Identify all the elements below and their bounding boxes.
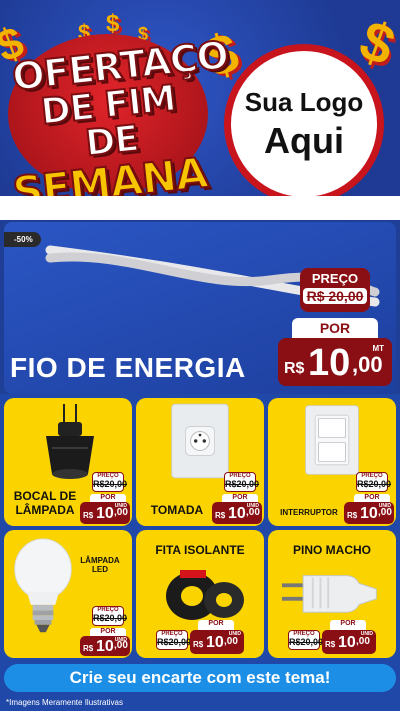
card-old-price: PREÇO R$20,00 [92, 472, 128, 492]
product-card[interactable]: PINO MACHO PREÇO R$20,00 POR R$ 10 ,00 U… [268, 530, 396, 658]
card-old-price: PREÇO R$20,00 [156, 630, 192, 650]
price-cents: ,00 [224, 636, 238, 647]
currency: R$ [215, 511, 226, 520]
card-name: BOCAL DE LÂMPADA [13, 489, 77, 517]
card-name: PINO MACHO [293, 543, 371, 557]
bulb-icon [14, 538, 72, 633]
price-cents: ,00 [356, 636, 370, 647]
disclaimer-text: *Imagens Meramente Ilustrativas [6, 698, 123, 707]
old-price-value: R$20,00 [225, 479, 260, 489]
product-card[interactable]: TOMADA PREÇO R$20,00 POR R$ 10 ,00 UNID [136, 398, 264, 526]
unit: UNID [114, 637, 127, 643]
card-new-price: R$ 10 ,00 UNID [212, 502, 262, 524]
price-int: 10 [96, 505, 114, 522]
price-int: 10 [360, 505, 378, 522]
unit: UNID [378, 503, 391, 509]
unit: UNID [360, 631, 373, 637]
logo-placeholder[interactable]: Sua Logo Aqui [224, 44, 384, 204]
tape-icon [166, 570, 244, 620]
switch-icon [305, 405, 359, 475]
old-price-value: R$20,00 [289, 637, 324, 647]
hero-old-price: PREÇO R$ 20,00 [300, 268, 370, 312]
unit: UNID [246, 503, 259, 509]
card-old-price: PREÇO R$20,00 [288, 630, 324, 650]
old-price-value: R$20,00 [157, 637, 192, 647]
currency: R$ [347, 511, 358, 520]
price-int: 10 [206, 634, 224, 651]
unit: UNID [228, 631, 241, 637]
hero-old-value: R$ 20,00 [303, 288, 367, 304]
card-old-price: PREÇO R$20,00 [224, 472, 260, 492]
card-new-price: R$ 10 ,00 UNID [80, 636, 130, 656]
card-new-price: R$ 10 ,00 UNID [322, 630, 376, 654]
logo-text-1: Sua Logo [244, 86, 364, 117]
currency: R$ [325, 640, 336, 649]
card-name: LÂMPADA LED [80, 556, 120, 575]
card-new-price: R$ 10 ,00 UNID [190, 630, 244, 654]
card-new-price: R$ 10 ,00 UNID [80, 502, 130, 524]
card-por-label: POR [198, 620, 234, 630]
header-banner: $ $ $ $ $ $ OFERTAÇO DE FIM DE SEMANA Su… [0, 0, 400, 210]
price-int: 10 [228, 505, 246, 522]
logo-text-2: Aqui [264, 119, 344, 161]
plug-icon [281, 575, 377, 613]
currency: R$ [193, 640, 204, 649]
hero-product-name: FIO DE ENERGIA [10, 352, 246, 383]
product-card[interactable]: FITA ISOLANTE PREÇO R$20,00 POR R$ 10 ,0… [136, 530, 264, 658]
hero-currency: R$ [284, 360, 305, 377]
product-card[interactable]: INTERRUPTOR PREÇO R$20,00 POR R$ 10 ,00 … [268, 398, 396, 526]
card-por-label: POR [330, 620, 366, 630]
unit: UNID [114, 503, 127, 509]
card-old-price: PREÇO R$20,00 [356, 472, 392, 492]
create-flyer-button[interactable]: Crie seu encarte com este tema! [4, 664, 396, 692]
currency: R$ [83, 644, 94, 653]
product-card[interactable]: BOCAL DE LÂMPADA PREÇO R$20,00 POR R$ 10… [4, 398, 132, 526]
discount-badge: -50% [4, 232, 41, 247]
card-name: INTERRUPTOR [280, 508, 338, 517]
page-title: OFERTAÇO DE FIM DE SEMANA [9, 32, 231, 210]
hero-unit: MT [372, 344, 384, 353]
price-int: 10 [96, 638, 114, 655]
card-name: TOMADA [150, 503, 204, 517]
currency: R$ [83, 511, 94, 520]
outlet-icon [171, 403, 229, 479]
old-price-value: R$20,00 [357, 479, 392, 489]
old-price-value: R$20,00 [93, 613, 128, 623]
price-int: 10 [338, 634, 356, 651]
header-divider [0, 196, 400, 220]
old-price-value: R$20,00 [93, 479, 128, 489]
hero-price-int: 10 [308, 342, 351, 384]
card-new-price: R$ 10 ,00 UNID [344, 502, 394, 524]
card-old-price: PREÇO R$20,00 [92, 606, 128, 626]
card-name: FITA ISOLANTE [155, 543, 245, 557]
hero-new-price: R$ 10 ,00 MT [278, 338, 392, 386]
hero-old-label: PREÇO [311, 271, 359, 286]
product-card[interactable]: LÂMPADA LED PREÇO R$20,00 POR R$ 10 ,00 … [4, 530, 132, 658]
hero-por-label: POR [292, 318, 378, 338]
hero-price-cents: ,00 [352, 352, 383, 377]
